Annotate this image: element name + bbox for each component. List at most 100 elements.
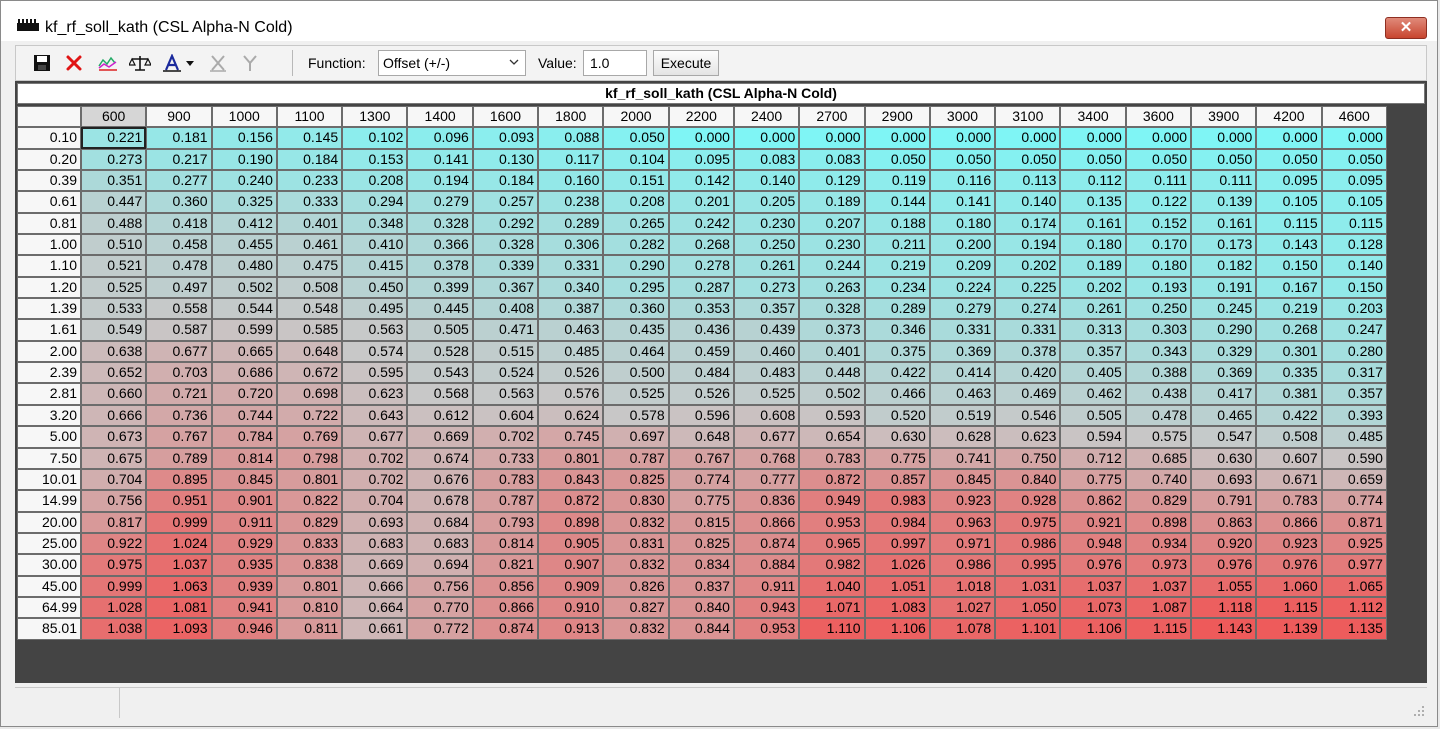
- map-cell[interactable]: 0.130: [472, 148, 539, 171]
- map-cell[interactable]: 0.925: [1321, 532, 1387, 555]
- map-cell[interactable]: 0.533: [81, 298, 147, 320]
- map-cell[interactable]: 0.643: [342, 404, 408, 427]
- map-cell[interactable]: 0.703: [146, 362, 212, 384]
- value-input[interactable]: [583, 50, 647, 76]
- map-cell[interactable]: 0.189: [799, 191, 865, 213]
- map-cell[interactable]: 0.497: [146, 276, 212, 299]
- map-cell[interactable]: 0.909: [538, 575, 604, 597]
- map-cell[interactable]: 0.986: [995, 532, 1061, 555]
- map-cell[interactable]: 0.521: [81, 255, 147, 277]
- map-cell[interactable]: 0.922: [81, 532, 147, 555]
- map-cell[interactable]: 0.268: [668, 234, 734, 256]
- map-cell[interactable]: 0.774: [668, 468, 734, 491]
- map-cell[interactable]: 0.844: [668, 618, 734, 640]
- map-cell[interactable]: 1.118: [1191, 596, 1257, 619]
- map-cell[interactable]: 0.775: [864, 447, 930, 469]
- map-cell[interactable]: 0.230: [799, 234, 865, 256]
- map-cell[interactable]: 0.775: [1060, 468, 1126, 491]
- map-cell[interactable]: 0.000: [1191, 127, 1257, 149]
- map-cell[interactable]: 0.180: [1060, 234, 1126, 256]
- map-cell[interactable]: 0.817: [81, 511, 147, 533]
- map-cell[interactable]: 0.544: [211, 298, 277, 320]
- row-header[interactable]: 0.81: [17, 212, 81, 235]
- map-cell[interactable]: 0.153: [342, 148, 408, 171]
- map-cell[interactable]: 0.408: [472, 298, 539, 320]
- map-cell[interactable]: 0.547: [1191, 426, 1257, 448]
- map-cell[interactable]: 0.279: [929, 298, 996, 320]
- row-header[interactable]: 2.00: [17, 340, 81, 363]
- map-cell[interactable]: 0.604: [472, 404, 539, 427]
- map-cell[interactable]: 0.921: [1060, 511, 1126, 533]
- map-cell[interactable]: 0.654: [799, 426, 865, 448]
- map-cell[interactable]: 0.783: [472, 468, 539, 491]
- map-cell[interactable]: 0.466: [864, 383, 930, 405]
- row-header[interactable]: 45.00: [17, 575, 81, 597]
- map-cell[interactable]: 0.863: [1191, 511, 1257, 533]
- map-cell[interactable]: 0.675: [81, 447, 147, 469]
- map-cell[interactable]: 0.982: [799, 554, 865, 576]
- map-cell[interactable]: 0.483: [733, 362, 800, 384]
- map-cell[interactable]: 0.934: [1125, 532, 1192, 555]
- map-cell[interactable]: 0.261: [733, 255, 800, 277]
- map-cell[interactable]: 0.244: [799, 255, 865, 277]
- close-button[interactable]: ✕: [1385, 17, 1427, 39]
- map-cell[interactable]: 0.833: [276, 532, 343, 555]
- map-cell[interactable]: 0.929: [211, 532, 277, 555]
- map-cell[interactable]: 0.832: [603, 511, 669, 533]
- map-cell[interactable]: 1.037: [1125, 575, 1192, 597]
- map-cell[interactable]: 0.462: [1060, 383, 1126, 405]
- map-cell[interactable]: 0.102: [342, 127, 408, 149]
- map-cell[interactable]: 0.289: [864, 298, 930, 320]
- map-cell[interactable]: 0.884: [733, 554, 800, 576]
- map-cell[interactable]: 0.375: [864, 340, 930, 363]
- map-cell[interactable]: 0.895: [146, 468, 212, 491]
- map-cell[interactable]: 0.360: [603, 298, 669, 320]
- map-cell[interactable]: 0.741: [929, 447, 996, 469]
- map-cell[interactable]: 0.677: [733, 426, 800, 448]
- map-cell[interactable]: 0.095: [1256, 170, 1322, 192]
- map-cell[interactable]: 0.150: [1256, 255, 1322, 277]
- map-cell[interactable]: 0.478: [146, 255, 212, 277]
- map-cell[interactable]: 0.115: [1321, 212, 1387, 235]
- map-cell[interactable]: 0.095: [668, 148, 734, 171]
- row-header[interactable]: 1.39: [17, 298, 81, 320]
- map-cell[interactable]: 0.447: [81, 191, 147, 213]
- row-header[interactable]: 0.61: [17, 191, 81, 213]
- map-cell[interactable]: 0.976: [1060, 554, 1126, 576]
- map-cell[interactable]: 0.832: [603, 618, 669, 640]
- map-cell[interactable]: 0.607: [1256, 447, 1322, 469]
- map-cell[interactable]: 0.827: [603, 596, 669, 619]
- map-cell[interactable]: 0.825: [668, 532, 734, 555]
- map-cell[interactable]: 0.141: [929, 191, 996, 213]
- map-cell[interactable]: 0.152: [1125, 212, 1192, 235]
- map-cell[interactable]: 0.525: [733, 383, 800, 405]
- map-cell[interactable]: 1.050: [995, 596, 1061, 619]
- map-cell[interactable]: 1.037: [146, 554, 212, 576]
- map-cell[interactable]: 0.784: [211, 426, 277, 448]
- row-header[interactable]: 20.00: [17, 511, 81, 533]
- map-cell[interactable]: 0.756: [81, 490, 147, 512]
- map-cell[interactable]: 0.697: [603, 426, 669, 448]
- map-cell[interactable]: 0.845: [929, 468, 996, 491]
- map-cell[interactable]: 0.986: [929, 554, 996, 576]
- map-cell[interactable]: 0.677: [146, 340, 212, 363]
- map-cell[interactable]: 0.221: [81, 127, 147, 149]
- column-header[interactable]: 3100: [995, 106, 1061, 128]
- map-cell[interactable]: 0.810: [276, 596, 343, 619]
- map-cell[interactable]: 0.984: [864, 511, 930, 533]
- map-cell[interactable]: 0.787: [603, 447, 669, 469]
- map-cell[interactable]: 0.712: [1060, 447, 1126, 469]
- map-cell[interactable]: 0.339: [472, 255, 539, 277]
- map-cell[interactable]: 0.161: [1191, 212, 1257, 235]
- map-cell[interactable]: 0.331: [538, 255, 604, 277]
- map-cell[interactable]: 0.050: [1256, 148, 1322, 171]
- map-cell[interactable]: 0.141: [407, 148, 473, 171]
- map-cell[interactable]: 1.027: [929, 596, 996, 619]
- map-cell[interactable]: 0.050: [1321, 148, 1387, 171]
- row-header[interactable]: 30.00: [17, 554, 81, 576]
- map-cell[interactable]: 0.250: [1125, 298, 1192, 320]
- map-cell[interactable]: 0.519: [929, 404, 996, 427]
- map-cell[interactable]: 0.694: [407, 554, 473, 576]
- map-cell[interactable]: 0.191: [1191, 276, 1257, 299]
- map-cell[interactable]: 0.182: [1191, 255, 1257, 277]
